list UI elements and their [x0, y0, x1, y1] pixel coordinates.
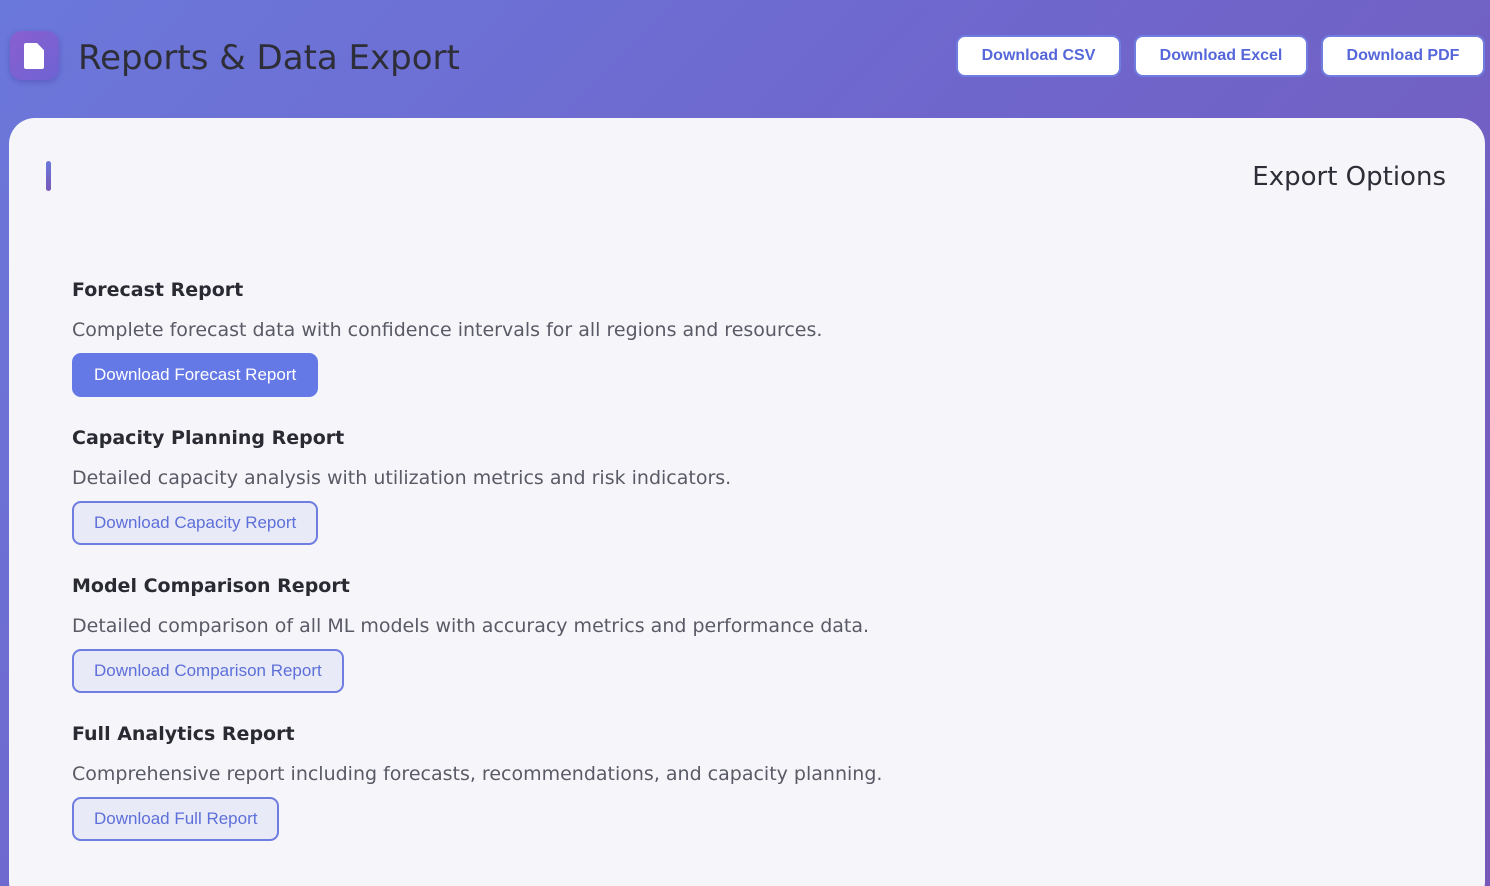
download-excel-button[interactable]: Download Excel: [1134, 35, 1308, 77]
report-title: Forecast Report: [72, 279, 244, 301]
report-description: Detailed comparison of all ML models wit…: [72, 615, 870, 637]
report-title: Model Comparison Report: [72, 575, 350, 597]
report-title: Capacity Planning Report: [72, 427, 345, 449]
document-shape: [24, 43, 44, 69]
document-icon: [10, 31, 59, 80]
download-csv-button[interactable]: Download CSV: [956, 35, 1121, 77]
download-full-report-button[interactable]: Download Full Report: [72, 797, 280, 841]
page-title: Reports & Data Export: [78, 38, 460, 78]
download-forecast-report-button[interactable]: Download Forecast Report: [72, 353, 319, 397]
section-accent-bar: [46, 161, 51, 191]
page-header: Reports & Data Export Download CSV Downl…: [0, 0, 1490, 118]
download-comparison-report-button[interactable]: Download Comparison Report: [72, 649, 344, 693]
report-description: Comprehensive report including forecasts…: [72, 763, 883, 785]
report-title: Full Analytics Report: [72, 723, 295, 745]
section-title: Export Options: [1252, 162, 1446, 192]
export-options-card: Export Options Forecast Report Complete …: [9, 118, 1485, 886]
report-description: Detailed capacity analysis with utilizat…: [72, 467, 732, 489]
download-capacity-report-button[interactable]: Download Capacity Report: [72, 501, 319, 545]
download-pdf-button[interactable]: Download PDF: [1321, 35, 1485, 77]
report-description: Complete forecast data with confidence i…: [72, 319, 823, 341]
